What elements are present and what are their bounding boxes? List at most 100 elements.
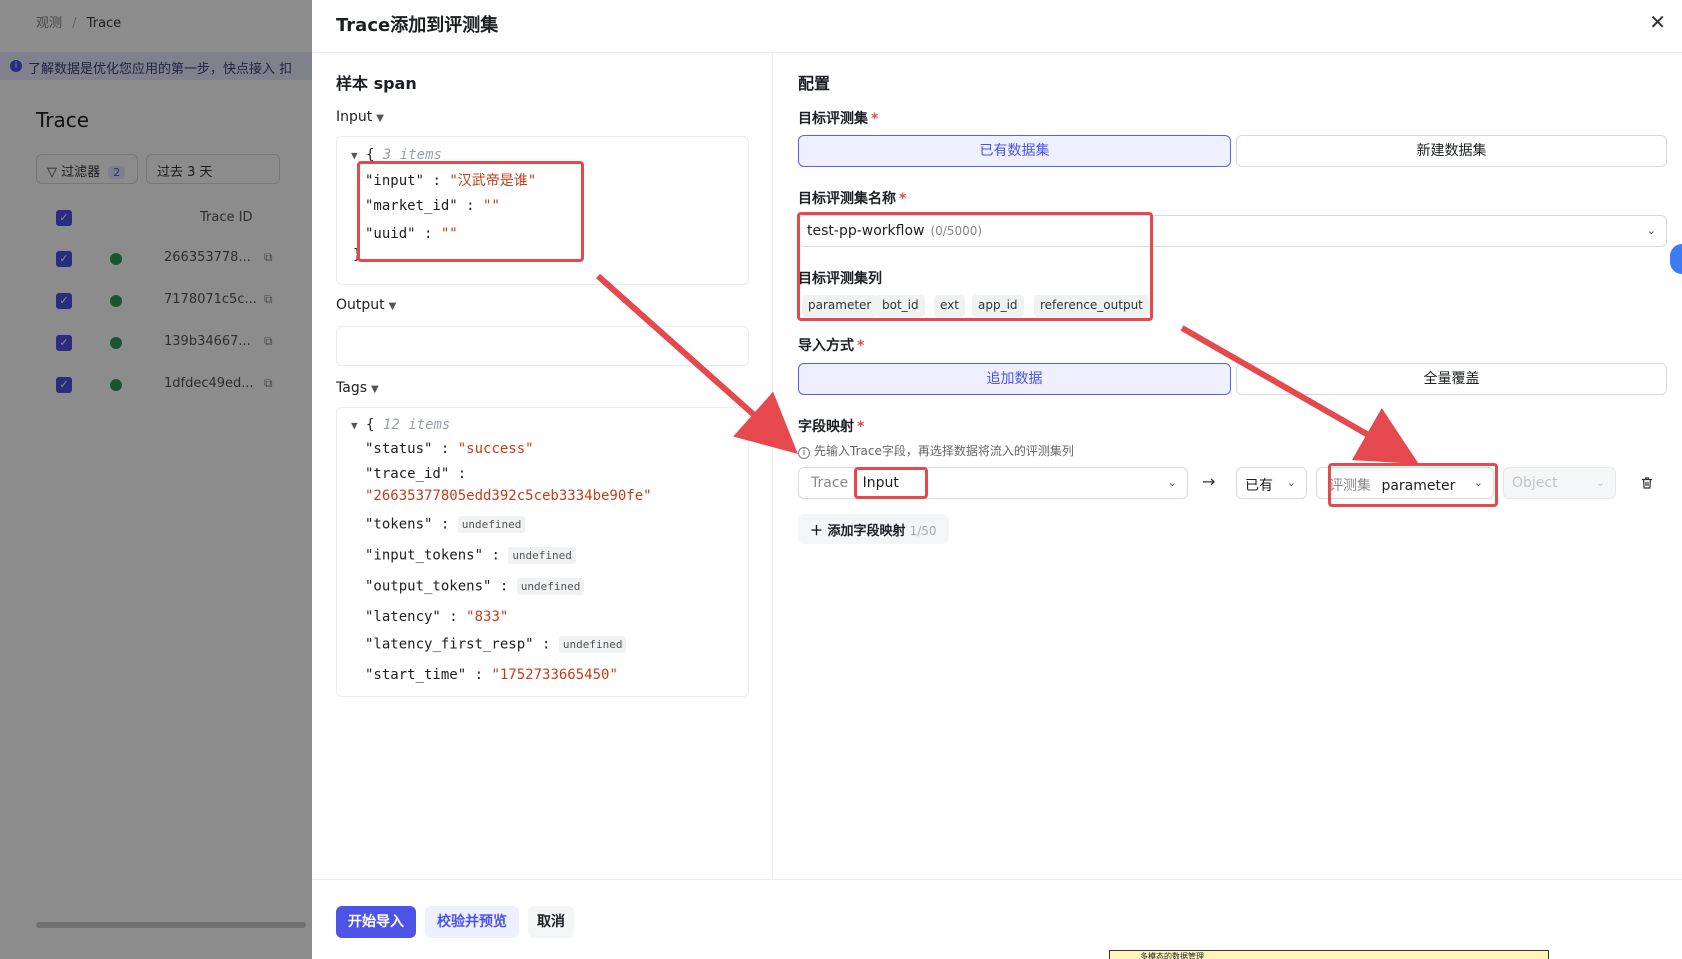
- overwrite-all-option[interactable]: 全量覆盖: [1236, 363, 1667, 395]
- json-key: "latency_first_resp": [365, 636, 534, 653]
- validate-preview-button[interactable]: 校验并预览: [425, 906, 519, 938]
- json-root: ▼ { 3 items: [351, 147, 442, 163]
- json-line: "uuid" : "": [365, 226, 458, 242]
- json-line: "latency" : "833": [365, 609, 509, 625]
- append-data-option[interactable]: 追加数据: [798, 363, 1231, 395]
- modal-footer: 开始导入 校验并预览 取消: [312, 879, 1682, 959]
- output-label: Output: [336, 297, 385, 313]
- side-assistant-handle[interactable]: [1670, 244, 1682, 274]
- json-key: "input": [365, 173, 425, 189]
- undefined-badge: undefined: [508, 547, 576, 564]
- input-json-viewer: ▼ { 3 items "input" : "汉武帝是谁" "market_id…: [336, 136, 749, 285]
- column-tag: ext: [934, 295, 965, 317]
- dataset-name-label: 目标评测集名称 *: [798, 191, 907, 207]
- dataset-name-value: test-pp-workflow: [807, 223, 925, 239]
- json-key: "status": [365, 441, 433, 457]
- json-value: "1752733665450": [491, 667, 618, 683]
- caret-down-icon[interactable]: ▼: [351, 149, 358, 162]
- chevron-down-icon: ⌄: [1286, 476, 1296, 489]
- chevron-down-icon: ⌄: [1595, 476, 1605, 489]
- modal-title: Trace添加到评测集: [336, 15, 499, 36]
- json-item-count: 3 items: [382, 147, 442, 163]
- json-key: "latency": [365, 609, 441, 625]
- output-json-viewer: [336, 326, 749, 366]
- undefined-badge: undefined: [516, 578, 585, 595]
- floating-tip: 多模态的数据管理: [1109, 950, 1549, 959]
- tags-json-viewer: ▼ { 12 items "status" : "success" "trace…: [336, 407, 749, 697]
- dataset-column-value: parameter: [1381, 478, 1456, 494]
- json-close-brace: }: [353, 247, 362, 263]
- json-key: "tokens": [365, 516, 433, 533]
- json-key: "trace_id": [365, 466, 450, 482]
- undefined-badge: undefined: [558, 636, 627, 653]
- json-root: ▼ { 12 items: [351, 417, 451, 433]
- json-key: "market_id": [365, 198, 458, 214]
- info-icon: i: [798, 447, 810, 459]
- dataset-column-select[interactable]: 评测集 parameter ⌄: [1316, 467, 1494, 499]
- plus-icon: ＋: [810, 524, 824, 539]
- trace-prefix: Trace: [811, 475, 849, 491]
- json-key: "input_tokens": [365, 547, 484, 564]
- dataset-name-select[interactable]: test-pp-workflow (0/5000) ⌄: [798, 215, 1667, 247]
- add-to-dataset-modal: Trace添加到评测集 ✕ 样本 span Input ▼ ▼ { 3 items…: [312, 0, 1682, 959]
- chevron-down-icon: ⌄: [1167, 476, 1177, 489]
- trace-field-select[interactable]: Trace Input ⌄: [798, 467, 1188, 499]
- json-value: "": [440, 226, 458, 242]
- json-value: "833": [466, 609, 509, 625]
- json-line: "input" : "汉武帝是谁": [365, 173, 537, 189]
- json-line: "status" : "success": [365, 441, 534, 457]
- trace-field-value: Input: [862, 475, 899, 491]
- chevron-down-icon: ⌄: [1646, 224, 1656, 237]
- tags-label: Tags: [336, 380, 367, 396]
- caret-down-icon[interactable]: ▼: [351, 419, 358, 432]
- json-line: "output_tokens" : undefined: [365, 578, 585, 595]
- chevron-down-icon: ▼: [376, 113, 384, 124]
- column-tag: parameter: [802, 295, 878, 317]
- dataset-name-count: (0/5000): [930, 224, 983, 238]
- json-line: "latency_first_resp" : undefined: [365, 636, 627, 653]
- chevron-down-icon: ▼: [371, 384, 379, 395]
- json-value: "": [483, 198, 500, 214]
- column-tag: reference_output: [1034, 295, 1149, 317]
- output-toggle[interactable]: Output ▼: [336, 297, 396, 313]
- json-line: "tokens" : undefined: [365, 516, 526, 533]
- sample-span-pane: 样本 span Input ▼ ▼ { 3 items "input" : "汉武…: [312, 53, 773, 879]
- input-label: Input: [336, 109, 373, 125]
- column-tag: app_id: [972, 295, 1024, 317]
- json-value: "26635377805edd392c5ceb3334be90fe": [365, 488, 652, 504]
- dataset-prefix: 评测集: [1329, 478, 1371, 494]
- field-mapping-label: 字段映射 *: [798, 419, 865, 435]
- data-type-placeholder: Object: [1512, 475, 1558, 491]
- json-value: "success": [457, 441, 534, 457]
- data-type-select[interactable]: Object ⌄: [1503, 467, 1616, 499]
- json-item-count: 12 items: [382, 417, 451, 433]
- json-line: "market_id" : "": [365, 198, 500, 214]
- start-import-button[interactable]: 开始导入: [336, 906, 416, 938]
- cancel-button[interactable]: 取消: [528, 906, 574, 938]
- tags-toggle[interactable]: Tags ▼: [336, 380, 379, 396]
- chevron-down-icon: ▼: [388, 301, 397, 312]
- existing-dataset-option[interactable]: 已有数据集: [798, 135, 1231, 167]
- json-key: "output_tokens": [365, 578, 492, 595]
- trash-icon[interactable]: [1640, 476, 1654, 490]
- sample-span-title: 样本 span: [336, 74, 417, 93]
- column-tag: bot_id: [876, 295, 925, 317]
- input-toggle[interactable]: Input ▼: [336, 109, 384, 125]
- existing-select[interactable]: 已有 ⌄: [1236, 467, 1307, 499]
- new-dataset-option[interactable]: 新建数据集: [1236, 135, 1667, 167]
- json-value: "汉武帝是谁": [449, 173, 537, 189]
- chevron-down-icon: ⌄: [1473, 476, 1483, 489]
- close-icon[interactable]: ✕: [1649, 10, 1666, 34]
- target-dataset-label: 目标评测集 *: [798, 111, 879, 127]
- json-line: "trace_id" :: [365, 466, 467, 482]
- config-title: 配置: [798, 74, 831, 93]
- json-key: "uuid": [365, 226, 416, 242]
- dataset-columns-label: 目标评测集列: [798, 271, 882, 287]
- field-mapping-hint: i 先输入Trace字段，再选择数据将流入的评测集列: [798, 442, 1074, 459]
- import-mode-label: 导入方式 *: [798, 338, 865, 354]
- add-field-mapping-button[interactable]: ＋ 添加字段映射 1/50: [798, 514, 949, 544]
- json-line: "input_tokens" : undefined: [365, 547, 576, 564]
- json-key: "start_time": [365, 667, 467, 683]
- json-line: "start_time" : "1752733665450": [365, 667, 618, 683]
- mapping-count: 1/50: [909, 524, 937, 538]
